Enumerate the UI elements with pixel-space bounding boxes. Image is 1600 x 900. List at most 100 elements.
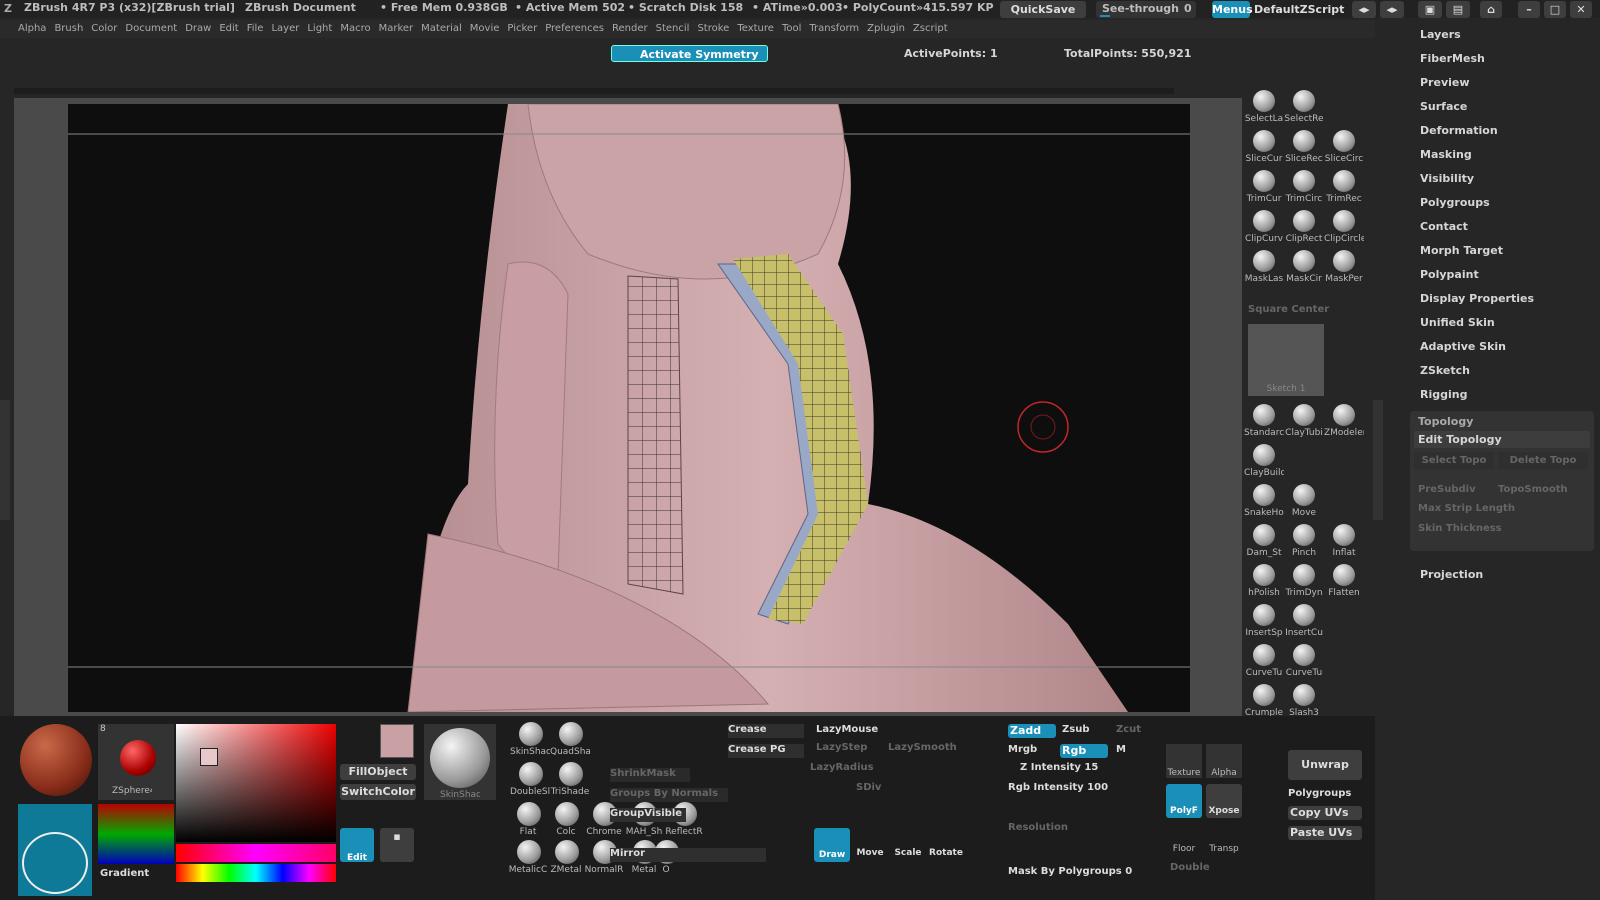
z-intensity-slider[interactable]: Z Intensity 15 [1020,762,1098,773]
menu-marker[interactable]: Marker [379,20,414,38]
scroll-right-icon[interactable]: ◂▸ [1380,1,1404,18]
menu-polypaint[interactable]: Polypaint [1420,268,1479,281]
copy-uvs-button[interactable]: Copy UVs [1288,806,1362,820]
layout-icon[interactable]: ▣ [1418,1,1442,18]
material-colc[interactable]: Colc [546,800,586,838]
mask-by-polygroups-slider[interactable]: Mask By Polygroups 0 [1008,866,1132,877]
menu-morph-target[interactable]: Morph Target [1420,244,1503,257]
brush-inflat[interactable]: Inflat [1324,522,1364,560]
material-zmetal[interactable]: ZMetal [546,838,586,876]
edit-secondary-icon[interactable]: ▪ [380,828,414,862]
brush-move[interactable]: Move [1284,482,1324,520]
menu-adaptive-skin[interactable]: Adaptive Skin [1420,340,1506,353]
zadd-button[interactable]: Zadd [1008,724,1056,738]
double-button[interactable]: Double [1170,862,1210,873]
brush-dam_st[interactable]: Dam_St [1244,522,1284,560]
tool-clipcurv[interactable]: ClipCurv [1244,208,1284,246]
menu-fibermesh[interactable]: FiberMesh [1420,52,1485,65]
transp-button[interactable]: Transp [1204,844,1244,854]
m-button[interactable]: M [1116,744,1126,755]
material-trishade[interactable]: TriShade [550,760,590,798]
alpha-thumb[interactable]: Alpha [1206,744,1242,778]
see-through-slider[interactable]: See-through 0 [1096,1,1196,18]
projection-menu[interactable]: Projection [1420,568,1483,581]
menu-stroke[interactable]: Stroke [697,20,729,38]
scale-button[interactable]: Scale [888,848,928,858]
maximize-icon[interactable]: □ [1544,1,1566,18]
color-picker-square[interactable] [176,724,336,842]
menu-layer[interactable]: Layer [271,20,299,38]
shrinkmask-button[interactable]: ShrinkMask [610,768,690,782]
switchcolor-button[interactable]: SwitchColor [340,784,416,800]
menu-draw[interactable]: Draw [185,20,211,38]
brush-crumple[interactable]: Crumple [1244,682,1284,720]
max-strip-slider[interactable]: Max Strip Length [1418,503,1515,514]
menu-masking[interactable]: Masking [1420,148,1472,161]
hue-bar[interactable] [176,864,336,882]
menu-file[interactable]: File [247,20,264,38]
minimize-icon[interactable]: – [1518,1,1540,18]
default-zscript[interactable]: DefaultZScript [1254,1,1344,18]
toposmooth-slider[interactable]: TopoSmooth [1498,484,1568,495]
tool-cliprect[interactable]: ClipRect [1284,208,1324,246]
brush-insertsp[interactable]: InsertSp [1244,602,1284,640]
menu-color[interactable]: Color [91,20,117,38]
menu-alpha[interactable]: Alpha [18,20,46,38]
menu-preview[interactable]: Preview [1420,76,1470,89]
brush-standarc[interactable]: Standarc [1244,402,1284,440]
tool-trimcirc[interactable]: TrimCirc [1284,168,1324,206]
layout2-icon[interactable]: ▤ [1446,1,1470,18]
brush-pinch[interactable]: Pinch [1284,522,1324,560]
menu-unified-skin[interactable]: Unified Skin [1420,316,1495,329]
menu-surface[interactable]: Surface [1420,100,1467,113]
lazysmooth-slider[interactable]: LazySmooth [888,742,957,753]
select-topo-button[interactable]: Select Topo [1414,452,1494,469]
brush-trimdyn[interactable]: TrimDyn [1284,562,1324,600]
presubdiv-slider[interactable]: PreSubdiv [1418,484,1476,495]
crease-button[interactable]: Crease [728,724,804,738]
fill-color-swatch[interactable] [380,724,414,758]
tool-trimrec[interactable]: TrimRec [1324,168,1364,206]
material-skinshac[interactable]: SkinShac [510,720,550,758]
document-canvas[interactable] [14,98,1242,716]
material-doublesl[interactable]: DoubleSl [510,760,550,798]
model-view[interactable] [68,103,1190,713]
tool-slicerec[interactable]: SliceRec [1284,128,1324,166]
menu-document[interactable]: Document [125,20,177,38]
color-bar[interactable] [176,844,336,862]
fillobject-button[interactable]: FillObject [340,764,416,780]
rgb-intensity-slider[interactable]: Rgb Intensity 100 [1008,782,1108,793]
scroll-left-icon[interactable]: ◂▸ [1352,1,1376,18]
edit-mode-button[interactable]: Edit [340,828,374,863]
menu-render[interactable]: Render [612,20,648,38]
menu-tool[interactable]: Tool [782,20,801,38]
menu-contact[interactable]: Contact [1420,220,1468,233]
menu-layers[interactable]: Layers [1420,28,1461,41]
material-metalicc[interactable]: MetalicC [508,838,548,876]
current-material-preview[interactable] [20,724,92,796]
material-flat[interactable]: Flat [508,800,548,838]
brush-slash3[interactable]: Slash3 [1284,682,1324,720]
menu-texture[interactable]: Texture [737,20,774,38]
delete-topo-button[interactable]: Delete Topo [1498,452,1588,469]
lock-icon[interactable]: ⌂ [1480,1,1502,18]
skin-thickness-slider[interactable]: Skin Thickness [1418,523,1502,534]
groups-by-normals-button[interactable]: Groups By Normals [610,788,728,802]
draw-button[interactable]: Draw [814,828,850,862]
menu-zplugin[interactable]: Zplugin [867,20,905,38]
rgb-button[interactable]: Rgb [1060,744,1108,758]
brush-zmodeler[interactable]: ZModeler [1324,402,1364,440]
unwrap-button[interactable]: Unwrap [1288,750,1362,780]
brush-claybuild[interactable]: ClayBuild [1244,442,1284,480]
tool-maskcir[interactable]: MaskCir [1284,248,1324,286]
menu-material[interactable]: Material [421,20,462,38]
paste-uvs-button[interactable]: Paste UVs [1288,826,1362,840]
mirror-button[interactable]: Mirror [610,848,766,862]
menu-edit[interactable]: Edit [219,20,238,38]
viewport[interactable] [68,103,1190,713]
gradient-label[interactable]: Gradient [100,868,149,879]
zcut-button[interactable]: Zcut [1116,724,1141,735]
groupvisible-button[interactable]: GroupVisible [610,808,686,822]
tool-maskper[interactable]: MaskPer [1324,248,1364,286]
menu-macro[interactable]: Macro [340,20,370,38]
